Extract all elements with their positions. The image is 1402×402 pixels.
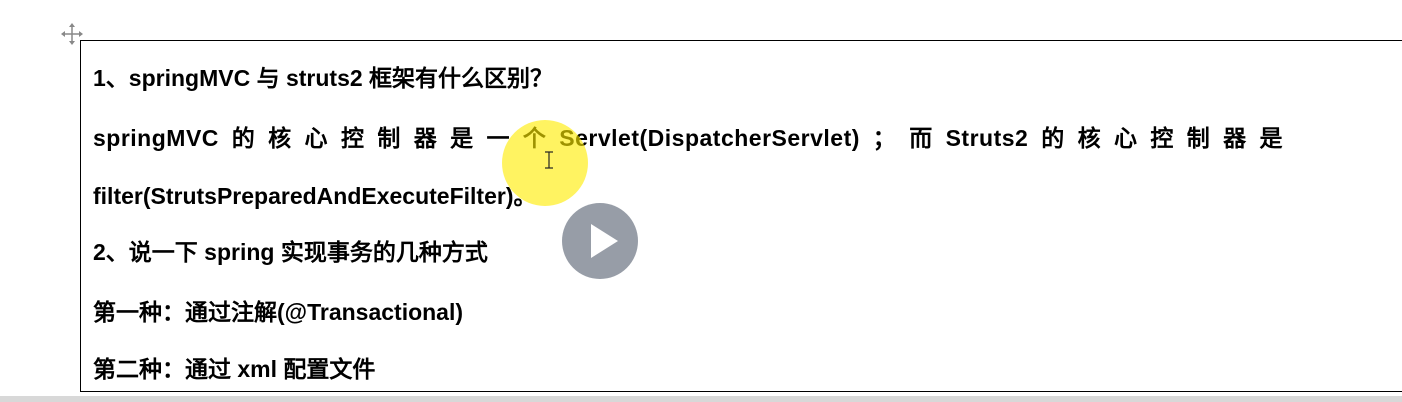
question-2-text: 2、说一下 spring 实现事务的几种方式 (93, 239, 488, 265)
bottom-divider (0, 396, 1402, 402)
answer-1-line-1: springMVC 的 核 心 控 制 器 是 一 个 Servlet(Disp… (93, 125, 1284, 151)
play-button[interactable] (562, 203, 638, 279)
play-icon (591, 224, 618, 258)
answer-1-line-2: filter(StrutsPreparedAndExecuteFilter)。 (93, 183, 537, 209)
answer-2-method-1: 第一种：通过注解(@Transactional) (93, 299, 464, 325)
ibeam-cursor-icon (542, 150, 556, 170)
answer-2-method-2: 第二种：通过 xml 配置文件 (93, 356, 376, 382)
question-1-text: 1、springMVC 与 struts2 框架有什么区别？ (93, 65, 554, 91)
document-page: 1、springMVC 与 struts2 框架有什么区别？ springMVC… (0, 0, 1402, 402)
document-table: 1、springMVC 与 struts2 框架有什么区别？ springMVC… (80, 40, 1402, 392)
